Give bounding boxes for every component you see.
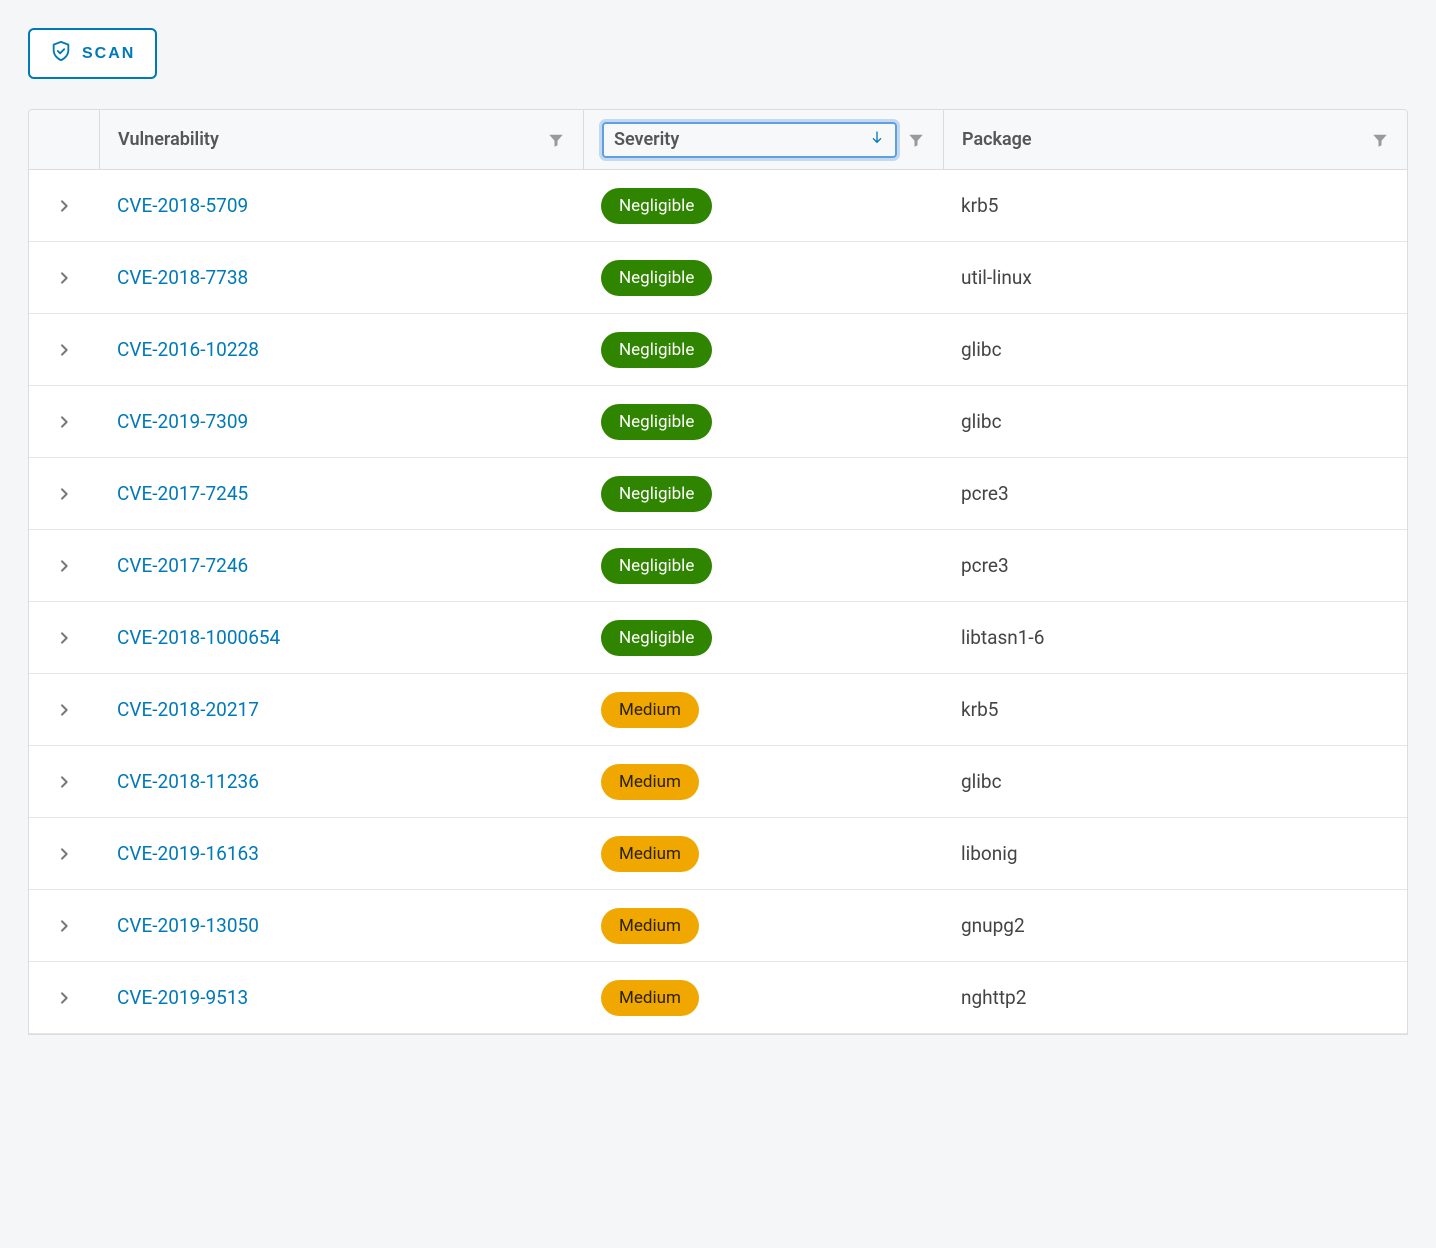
table-row: CVE-2019-16163 Medium libonig — [29, 818, 1407, 890]
chevron-right-icon — [56, 630, 72, 646]
filter-icon[interactable] — [907, 131, 925, 149]
cve-link[interactable]: CVE-2017-7246 — [117, 554, 248, 577]
expand-row-button[interactable] — [29, 270, 99, 286]
scan-button[interactable]: SCAN — [28, 28, 157, 79]
package-name: util-linux — [961, 266, 1032, 289]
package-name: pcre3 — [961, 554, 1009, 577]
package-name: glibc — [961, 770, 1002, 793]
table-row: CVE-2018-20217 Medium krb5 — [29, 674, 1407, 746]
chevron-right-icon — [56, 342, 72, 358]
column-package[interactable]: Package — [943, 110, 1407, 169]
severity-badge: Negligible — [601, 620, 712, 656]
table-row: CVE-2017-7245 Negligible pcre3 — [29, 458, 1407, 530]
table-row: CVE-2018-5709 Negligible krb5 — [29, 170, 1407, 242]
package-name: glibc — [961, 410, 1002, 433]
package-name: gnupg2 — [961, 914, 1025, 937]
filter-icon[interactable] — [1371, 131, 1389, 149]
expand-row-button[interactable] — [29, 918, 99, 934]
filter-icon[interactable] — [547, 131, 565, 149]
table-row: CVE-2018-7738 Negligible util-linux — [29, 242, 1407, 314]
cve-link[interactable]: CVE-2016-10228 — [117, 338, 259, 361]
expand-row-button[interactable] — [29, 558, 99, 574]
chevron-right-icon — [56, 846, 72, 862]
package-name: nghttp2 — [961, 986, 1026, 1009]
cve-link[interactable]: CVE-2018-5709 — [117, 194, 248, 217]
arrow-down-icon — [869, 129, 885, 150]
table-row: CVE-2019-13050 Medium gnupg2 — [29, 890, 1407, 962]
cve-link[interactable]: CVE-2018-7738 — [117, 266, 248, 289]
table-row: CVE-2017-7246 Negligible pcre3 — [29, 530, 1407, 602]
table-row: CVE-2019-9513 Medium nghttp2 — [29, 962, 1407, 1034]
cve-link[interactable]: CVE-2019-16163 — [117, 842, 259, 865]
severity-badge: Negligible — [601, 188, 712, 224]
severity-badge: Negligible — [601, 260, 712, 296]
cve-link[interactable]: CVE-2018-1000654 — [117, 626, 280, 649]
chevron-right-icon — [56, 774, 72, 790]
severity-badge: Negligible — [601, 476, 712, 512]
table-row: CVE-2016-10228 Negligible glibc — [29, 314, 1407, 386]
chevron-right-icon — [56, 702, 72, 718]
package-name: libonig — [961, 842, 1018, 865]
package-name: krb5 — [961, 194, 998, 217]
expand-row-button[interactable] — [29, 486, 99, 502]
cve-link[interactable]: CVE-2018-20217 — [117, 698, 259, 721]
chevron-right-icon — [56, 486, 72, 502]
column-vulnerability[interactable]: Vulnerability — [99, 110, 583, 169]
column-expand — [29, 110, 99, 169]
table-header: Vulnerability Severity Package — [29, 110, 1407, 170]
expand-row-button[interactable] — [29, 630, 99, 646]
expand-row-button[interactable] — [29, 990, 99, 1006]
chevron-right-icon — [56, 558, 72, 574]
scan-button-label: SCAN — [82, 45, 135, 63]
expand-row-button[interactable] — [29, 702, 99, 718]
expand-row-button[interactable] — [29, 198, 99, 214]
severity-badge: Negligible — [601, 548, 712, 584]
cve-link[interactable]: CVE-2017-7245 — [117, 482, 248, 505]
severity-badge: Negligible — [601, 332, 712, 368]
table-row: CVE-2018-11236 Medium glibc — [29, 746, 1407, 818]
package-name: pcre3 — [961, 482, 1009, 505]
cve-link[interactable]: CVE-2019-7309 — [117, 410, 248, 433]
severity-sort-active[interactable]: Severity — [602, 122, 897, 158]
package-name: glibc — [961, 338, 1002, 361]
table-row: CVE-2018-1000654 Negligible libtasn1-6 — [29, 602, 1407, 674]
chevron-right-icon — [56, 414, 72, 430]
cve-link[interactable]: CVE-2019-13050 — [117, 914, 259, 937]
package-name: libtasn1-6 — [961, 626, 1044, 649]
expand-row-button[interactable] — [29, 846, 99, 862]
cve-link[interactable]: CVE-2018-11236 — [117, 770, 259, 793]
column-severity-label: Severity — [614, 129, 679, 150]
chevron-right-icon — [56, 198, 72, 214]
table-body: CVE-2018-5709 Negligible krb5 CVE-2018-7738… — [29, 170, 1407, 1034]
severity-badge: Medium — [601, 836, 699, 872]
severity-badge: Medium — [601, 692, 699, 728]
severity-badge: Medium — [601, 980, 699, 1016]
package-name: krb5 — [961, 698, 998, 721]
expand-row-button[interactable] — [29, 342, 99, 358]
vulnerability-table: Vulnerability Severity Package CVE-2018-… — [28, 109, 1408, 1035]
table-row: CVE-2019-7309 Negligible glibc — [29, 386, 1407, 458]
column-package-label: Package — [962, 129, 1371, 150]
chevron-right-icon — [56, 270, 72, 286]
column-vulnerability-label: Vulnerability — [118, 129, 547, 150]
severity-badge: Medium — [601, 908, 699, 944]
shield-check-icon — [50, 40, 72, 67]
chevron-right-icon — [56, 990, 72, 1006]
expand-row-button[interactable] — [29, 774, 99, 790]
expand-row-button[interactable] — [29, 414, 99, 430]
chevron-right-icon — [56, 918, 72, 934]
severity-badge: Medium — [601, 764, 699, 800]
column-severity[interactable]: Severity — [583, 110, 943, 169]
severity-badge: Negligible — [601, 404, 712, 440]
cve-link[interactable]: CVE-2019-9513 — [117, 986, 248, 1009]
